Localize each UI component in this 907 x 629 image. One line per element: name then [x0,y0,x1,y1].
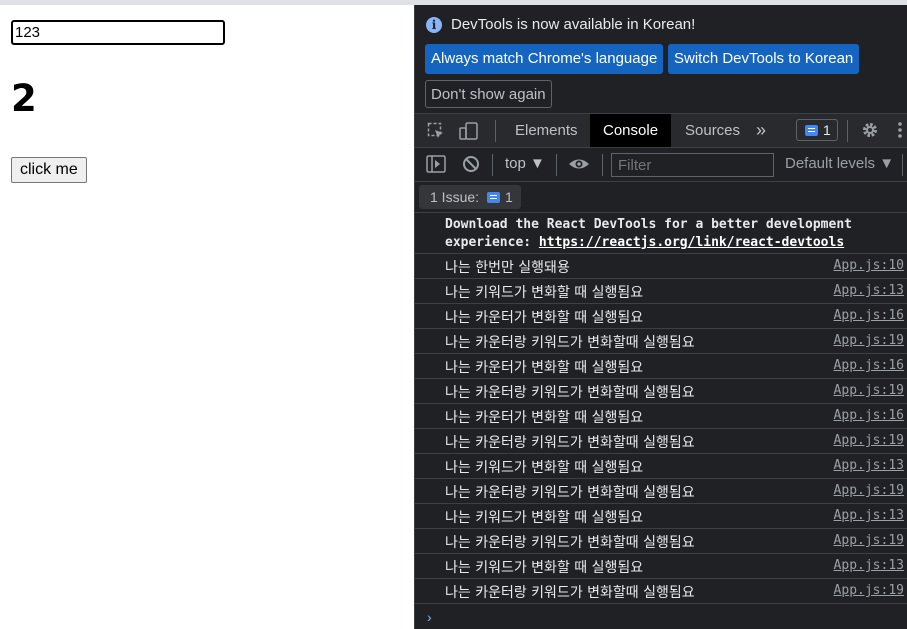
log-source-link[interactable]: App.js:13 [834,508,904,523]
console-log-row: 나는 카운터랑 키워드가 변화할때 실행됨요 App.js:19 [415,529,907,554]
log-source-link[interactable]: App.js:13 [834,283,904,298]
console-log-row: 나는 한번만 실행돼용 App.js:10 [415,254,907,279]
console-log-row: 나는 카운터랑 키워드가 변화할때 실행됨요 App.js:19 [415,429,907,454]
log-message: 나는 카운터랑 키워드가 변화할때 실행됨요 [445,585,695,601]
log-message: 나는 카운터랑 키워드가 변화할때 실행됨요 [445,385,695,401]
info-icon: i [426,17,442,33]
log-message: 나는 카운터가 변화할 때 실행됨요 [445,410,644,426]
toolbar-divider-4 [902,154,903,176]
tab-sources[interactable]: Sources [672,114,753,147]
tabbar-divider [495,120,496,142]
device-toolbar-icon[interactable] [459,122,479,145]
toolbar-divider-2 [556,154,557,176]
chat-icon [805,125,818,136]
counter-heading: 2 [11,77,37,120]
console-log-row: 나는 카운터랑 키워드가 변화할때 실행됨요 App.js:19 [415,379,907,404]
log-source-link[interactable]: App.js:16 [834,408,904,423]
click-me-button[interactable]: click me [11,157,87,183]
console-log-row: 나는 카운터가 변화할 때 실행됨요 App.js:16 [415,354,907,379]
switch-korean-button[interactable]: Switch DevTools to Korean [668,44,860,74]
log-message: 나는 카운터랑 키워드가 변화할때 실행됨요 [445,485,695,501]
tabbar-divider-2 [847,120,848,142]
log-message: 나는 키워드가 변화할 때 실행됨요 [445,460,644,476]
issues-button[interactable]: 1 Issue: 1 [419,185,521,209]
console-log-row: 나는 카운터가 변화할 때 실행됨요 App.js:16 [415,404,907,429]
console-log-row: 나는 키워드가 변화할 때 실행됨요 App.js:13 [415,554,907,579]
sidebar-toggle-icon[interactable] [426,155,446,178]
language-infobar: i DevTools is now available in Korean! A… [415,5,907,113]
messages-badge[interactable]: 1 [796,119,838,141]
log-source-link[interactable]: App.js:19 [834,533,904,548]
log-source-link[interactable]: App.js:19 [834,583,904,598]
log-source-link[interactable]: App.js:13 [834,458,904,473]
tab-console[interactable]: Console [590,114,672,147]
log-source-link[interactable]: App.js:10 [834,258,904,273]
react-devtools-link[interactable]: https://reactjs.org/link/react-devtools [539,235,844,250]
log-source-link[interactable]: App.js:16 [834,308,904,323]
issue-icon [487,192,501,203]
context-selector[interactable]: top ▼ [505,155,545,172]
log-message: 나는 키워드가 변화할 때 실행됨요 [445,560,644,576]
inspect-element-icon[interactable] [427,122,445,145]
log-source-link[interactable]: App.js:19 [834,433,904,448]
log-message: 나는 키워드가 변화할 때 실행됨요 [445,510,644,526]
log-message: 나는 카운터가 변화할 때 실행됨요 [445,360,644,376]
tab-elements[interactable]: Elements [502,114,591,147]
page-content: 2 click me [0,5,414,629]
match-language-button[interactable]: Always match Chrome's language [425,44,664,74]
log-levels-dropdown[interactable]: Default levels ▼ [785,155,894,172]
react-message-line1: Download the React DevTools for a better… [445,217,852,232]
log-source-link[interactable]: App.js:19 [834,483,904,498]
console-log-row: 나는 카운터랑 키워드가 변화할때 실행됨요 App.js:19 [415,579,907,604]
log-message: 나는 카운터랑 키워드가 변화할때 실행됨요 [445,535,695,551]
console-log-row: 나는 키워드가 변화할 때 실행됨요 App.js:13 [415,504,907,529]
more-options-icon[interactable] [897,120,903,145]
log-source-link[interactable]: App.js:19 [834,383,904,398]
log-message: 나는 카운터랑 키워드가 변화할때 실행됨요 [445,335,695,351]
react-message-line2: experience: https://reactjs.org/link/rea… [445,235,844,250]
console-log-row: 나는 카운터랑 키워드가 변화할때 실행됨요 App.js:19 [415,329,907,354]
clear-console-icon[interactable] [462,155,480,178]
react-message-prefix: experience: [445,235,539,250]
console-log: Download the React DevTools for a better… [415,213,907,604]
log-message: 나는 카운터랑 키워드가 변화할때 실행됨요 [445,435,695,451]
issues-bar: 1 Issue: 1 [415,182,907,213]
console-log-row: 나는 카운터랑 키워드가 변화할때 실행됨요 App.js:19 [415,479,907,504]
log-source-link[interactable]: App.js:16 [834,358,904,373]
console-toolbar: top ▼ Default levels ▼ [415,148,907,182]
more-tabs-chevron-icon[interactable]: » [748,114,774,147]
devtools-tabbar: Elements Console Sources » 1 [415,113,907,148]
log-source-link[interactable]: App.js:13 [834,558,904,573]
toolbar-divider-3 [602,154,603,176]
devtools-panel: i DevTools is now available in Korean! A… [414,5,907,629]
toolbar-divider [492,154,493,176]
issues-count: 1 [505,189,513,205]
console-filter-input[interactable] [611,153,774,177]
console-prompt-icon[interactable]: › [427,609,432,625]
infobar-message: DevTools is now available in Korean! [451,16,696,33]
log-message: 나는 키워드가 변화할 때 실행됨요 [445,285,644,301]
log-message: 나는 한번만 실행돼용 [445,260,570,276]
react-devtools-message: Download the React DevTools for a better… [415,213,907,254]
live-expression-eye-icon[interactable] [568,155,590,178]
console-log-row: 나는 키워드가 변화할 때 실행됨요 App.js:13 [415,279,907,304]
dont-show-again-button[interactable]: Don't show again [425,80,552,108]
keyword-input[interactable] [11,20,225,45]
console-log-row: 나는 키워드가 변화할 때 실행됨요 App.js:13 [415,454,907,479]
issues-label: 1 Issue: [430,189,480,205]
settings-gear-icon[interactable] [860,120,880,145]
log-source-link[interactable]: App.js:19 [834,333,904,348]
log-rows: 나는 한번만 실행돼용 App.js:10 나는 키워드가 변화할 때 실행됨요 Ap… [415,254,907,604]
log-message: 나는 카운터가 변화할 때 실행됨요 [445,310,644,326]
console-log-row: 나는 카운터가 변화할 때 실행됨요 App.js:16 [415,304,907,329]
messages-count: 1 [823,122,831,138]
